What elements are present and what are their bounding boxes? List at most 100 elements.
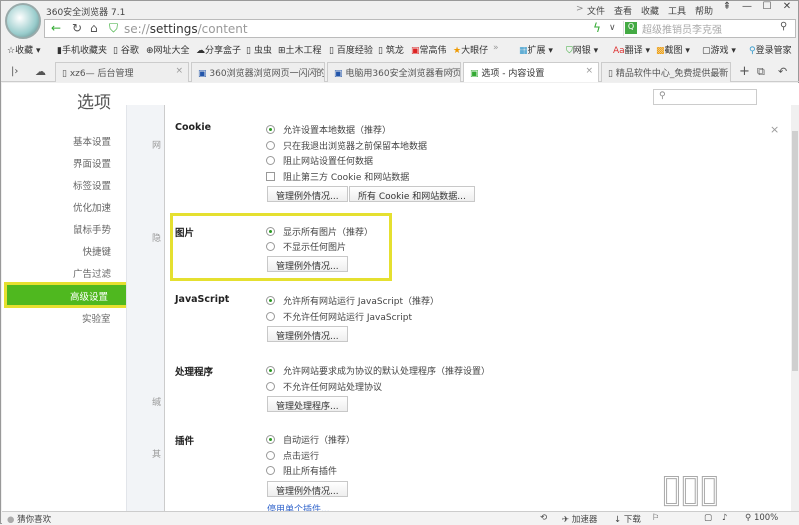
menu-tools[interactable]: 工具	[668, 4, 686, 17]
close-dialog-icon[interactable]: ×	[770, 123, 779, 136]
bank-button[interactable]: ⛉网银 ▾	[566, 43, 598, 56]
bookmark-item[interactable]: ⊕网址大全	[146, 43, 190, 56]
sidebar-item-adblock[interactable]: 广告过滤	[73, 266, 111, 280]
zoom-level[interactable]: ⚲ 100%	[745, 513, 778, 523]
sidebar-item-lab[interactable]: 实验室	[82, 311, 111, 325]
content-settings-dialog	[164, 105, 791, 511]
bookmark-favorites[interactable]: ☆收藏 ▾	[7, 43, 40, 56]
games-button[interactable]: ▢游戏 ▾	[702, 43, 736, 56]
tab-active[interactable]: ▣ 选项 - 内容设置 ×	[463, 62, 599, 82]
back-icon[interactable]: ←	[51, 21, 61, 35]
window-icon[interactable]: ▢	[704, 513, 712, 523]
radio-handlers-block[interactable]: 不允许任何网站处理协议	[266, 380, 382, 393]
bookmark-item[interactable]: ▯ 筑龙	[378, 43, 404, 56]
sidebar-item-optimize[interactable]: 优化加速	[73, 200, 111, 214]
radio-images-show[interactable]: 显示所有图片（推荐）	[266, 225, 373, 238]
recommend-button[interactable]: ● 猜你喜欢	[7, 513, 51, 525]
refresh-icon[interactable]: ↻	[72, 21, 82, 35]
new-tab-icon[interactable]: +	[739, 64, 750, 79]
tab[interactable]: ▣ 电脑用360安全浏览器看网页 ×	[327, 62, 461, 82]
translate-button[interactable]: Aa翻译 ▾	[613, 43, 650, 56]
menu-file[interactable]: 文件	[587, 4, 605, 17]
bookmark-item[interactable]: ▯ 虫虫	[246, 43, 272, 56]
menu-more[interactable]: >	[576, 4, 584, 14]
dropdown-icon[interactable]: ∨	[609, 23, 616, 33]
radio-plugins-block[interactable]: 阻止所有插件	[266, 464, 337, 477]
history-icon[interactable]: ⟲	[540, 513, 547, 523]
radio-js-allow[interactable]: 允许所有网站运行 JavaScript（推荐）	[266, 294, 439, 307]
tab-list-icon[interactable]: ⧉	[757, 65, 765, 79]
download-button[interactable]: ↓ 下载	[614, 513, 641, 525]
radio-images-hide[interactable]: 不显示任何图片	[266, 240, 346, 253]
extensions-button[interactable]: ▦扩展 ▾	[519, 43, 553, 56]
radio-cookie-session[interactable]: 只在我退出浏览器之前保留本地数据	[266, 139, 427, 152]
section-label-javascript: JavaScript	[175, 294, 230, 305]
accelerator-button[interactable]: ✈ 加速器	[562, 513, 597, 525]
all-cookies-button[interactable]: 所有 Cookie 和网站数据...	[349, 186, 475, 202]
sidebar-item-tabs[interactable]: 标签设置	[73, 178, 111, 192]
bookmark-item[interactable]: ▮手机收藏夹	[57, 43, 107, 56]
close-button[interactable]: ✕	[777, 1, 797, 16]
radio-plugins-click[interactable]: 点击运行	[266, 449, 319, 462]
sidebar-toggle-icon[interactable]: |›	[11, 66, 18, 77]
sidebar-item-interface[interactable]: 界面设置	[73, 156, 111, 170]
browser-window: 360安全浏览器 7.1 > 文件 查看 收藏 工具 帮助 ⇞ — ☐ ✕ ← …	[0, 0, 799, 525]
bookmark-item[interactable]: ★大眼仔	[453, 43, 488, 56]
search-input[interactable]: 超级推销员李克强	[623, 21, 793, 36]
bookmark-item[interactable]: ▯ 百度经验	[329, 43, 373, 56]
tab[interactable]: ▣ 360浏览器浏览网页一闪闪的 ×	[191, 62, 325, 82]
section-label-plugins: 插件	[175, 436, 195, 447]
flag-icon[interactable]: ⚐	[652, 513, 660, 523]
manage-exceptions-button[interactable]: 管理例外情况...	[267, 186, 348, 202]
search-engine-icon[interactable]: Q	[625, 22, 637, 34]
search-icon[interactable]: ⚲	[780, 21, 787, 32]
radio-handlers-allow[interactable]: 允许网站要求成为协议的默认处理程序（推荐设置）	[266, 364, 490, 377]
radio-js-block[interactable]: 不允许任何网站运行 JavaScript	[266, 310, 412, 323]
pin-icon[interactable]: ⇞	[717, 1, 737, 16]
radio-cookie-allow[interactable]: 允许设置本地数据（推荐）	[266, 123, 391, 136]
sidebar-item-shortcuts[interactable]: 快捷键	[82, 244, 111, 258]
manage-handlers-button[interactable]: 管理处理程序...	[267, 396, 348, 412]
disable-plugins-link[interactable]: 停用单个插件...	[267, 503, 330, 511]
radio-plugins-auto[interactable]: 自动运行（推荐）	[266, 433, 355, 446]
bookmark-item[interactable]: ▯ 谷歌	[113, 43, 139, 56]
cloud-icon[interactable]: ☁	[35, 65, 46, 78]
url-text[interactable]: se://settings/content	[124, 22, 248, 36]
undo-close-icon[interactable]: ↶	[778, 65, 787, 78]
bookmark-item[interactable]: ☁分享盒子	[196, 43, 241, 56]
manage-exceptions-button[interactable]: 管理例外情况...	[267, 326, 348, 342]
menu-favorites[interactable]: 收藏	[641, 4, 659, 17]
tab[interactable]: ▯ 精品软件中心_免费提供最新 ×	[601, 62, 731, 82]
sidebar-item-label: 高级设置	[69, 292, 108, 303]
sidebar-item-basic[interactable]: 基本设置	[73, 134, 111, 148]
search-icon: ⚲	[659, 91, 666, 101]
manage-exceptions-button[interactable]: 管理例外情况...	[267, 256, 348, 272]
bg-label: 其	[152, 450, 162, 460]
tab[interactable]: ▯ xz6— 后台管理 ×	[55, 62, 189, 82]
settings-search-input[interactable]: ⚲	[653, 89, 757, 105]
bookmark-overflow[interactable]: »	[493, 43, 499, 53]
radio-cookie-block[interactable]: 阻止网站设置任何数据	[266, 154, 373, 167]
screenshot-button[interactable]: ▩截图 ▾	[656, 43, 690, 56]
home-icon[interactable]: ⌂	[90, 21, 98, 35]
settings-page: 选项 基本设置 界面设置 标签设置 优化加速 鼠标手势 快捷键 广告过滤 高级设…	[2, 83, 799, 511]
lightning-icon[interactable]: ϟ	[593, 21, 601, 35]
bookmark-item[interactable]: ▣常高伟	[411, 43, 447, 56]
login-manager-button[interactable]: ⚲登录管家	[749, 43, 792, 56]
minimize-button[interactable]: —	[737, 1, 757, 16]
section-label-cookie: Cookie	[175, 122, 212, 133]
browser-logo-icon	[5, 3, 41, 39]
checkbox-block-third-party[interactable]: 阻止第三方 Cookie 和网站数据	[266, 170, 409, 183]
sound-icon[interactable]: ♪	[722, 513, 727, 523]
scrollbar-thumb[interactable]	[792, 131, 798, 371]
sidebar-item-advanced[interactable]: 高级设置	[4, 282, 136, 308]
bookmark-item[interactable]: ⊞土木工程	[278, 43, 322, 56]
page-title: 选项	[77, 93, 111, 113]
menu-help[interactable]: 帮助	[695, 4, 713, 17]
address-bar[interactable]: ← ↻ ⌂ ⛉ se://settings/content ϟ ∨ 超级推销员李…	[44, 19, 796, 38]
sidebar-item-mouse-gestures[interactable]: 鼠标手势	[73, 222, 111, 236]
manage-exceptions-button[interactable]: 管理例外情况...	[267, 481, 348, 497]
menu-view[interactable]: 查看	[614, 4, 632, 17]
maximize-button[interactable]: ☐	[757, 1, 777, 16]
watermark-logo: ▯▯▯	[661, 466, 721, 511]
